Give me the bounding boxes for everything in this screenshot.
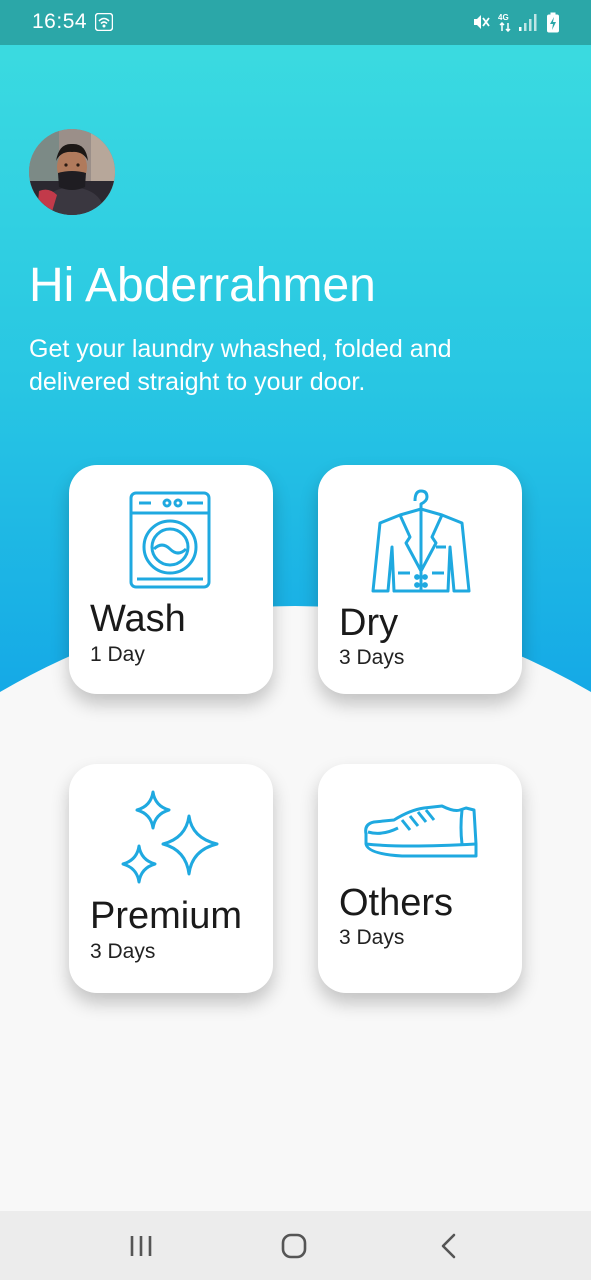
- svg-text:4G: 4G: [498, 13, 509, 22]
- recent-apps-icon[interactable]: [121, 1229, 161, 1263]
- greeting-title: Hi Abderrahmen: [29, 259, 376, 312]
- service-card-premium[interactable]: Premium 3 Days: [69, 764, 273, 993]
- wifi-status-icon: [95, 13, 113, 31]
- sneaker-icon: [364, 804, 478, 858]
- service-title: Dry: [339, 602, 399, 644]
- service-duration: 3 Days: [339, 926, 405, 949]
- back-icon[interactable]: [428, 1229, 468, 1263]
- greeting-subtitle: Get your laundry whashed, folded and del…: [29, 335, 452, 396]
- service-duration: 3 Days: [339, 646, 405, 669]
- signal-bars-icon: [519, 14, 537, 31]
- user-avatar[interactable]: [29, 129, 115, 215]
- service-card-dry[interactable]: Dry 3 Days: [318, 465, 522, 694]
- service-title: Others: [339, 882, 454, 924]
- service-title: Premium: [90, 895, 243, 937]
- service-duration: 3 Days: [90, 940, 156, 963]
- status-time: 16:54: [32, 10, 88, 33]
- status-bar: 16:54 4G: [0, 0, 591, 45]
- service-title: Wash: [90, 598, 186, 640]
- service-card-others[interactable]: Others 3 Days: [318, 764, 522, 993]
- home-icon[interactable]: [274, 1229, 314, 1263]
- service-duration: 1 Day: [90, 643, 145, 666]
- service-card-wash[interactable]: Wash 1 Day: [69, 465, 273, 694]
- suit-hanger-icon: [371, 489, 471, 593]
- mute-icon: [474, 15, 490, 29]
- sparkles-icon: [121, 790, 219, 884]
- battery-charging-icon: [547, 12, 559, 33]
- 4g-signal-icon: 4G: [498, 13, 511, 32]
- washing-machine-icon: [129, 491, 211, 589]
- system-navigation-bar: [0, 1211, 591, 1280]
